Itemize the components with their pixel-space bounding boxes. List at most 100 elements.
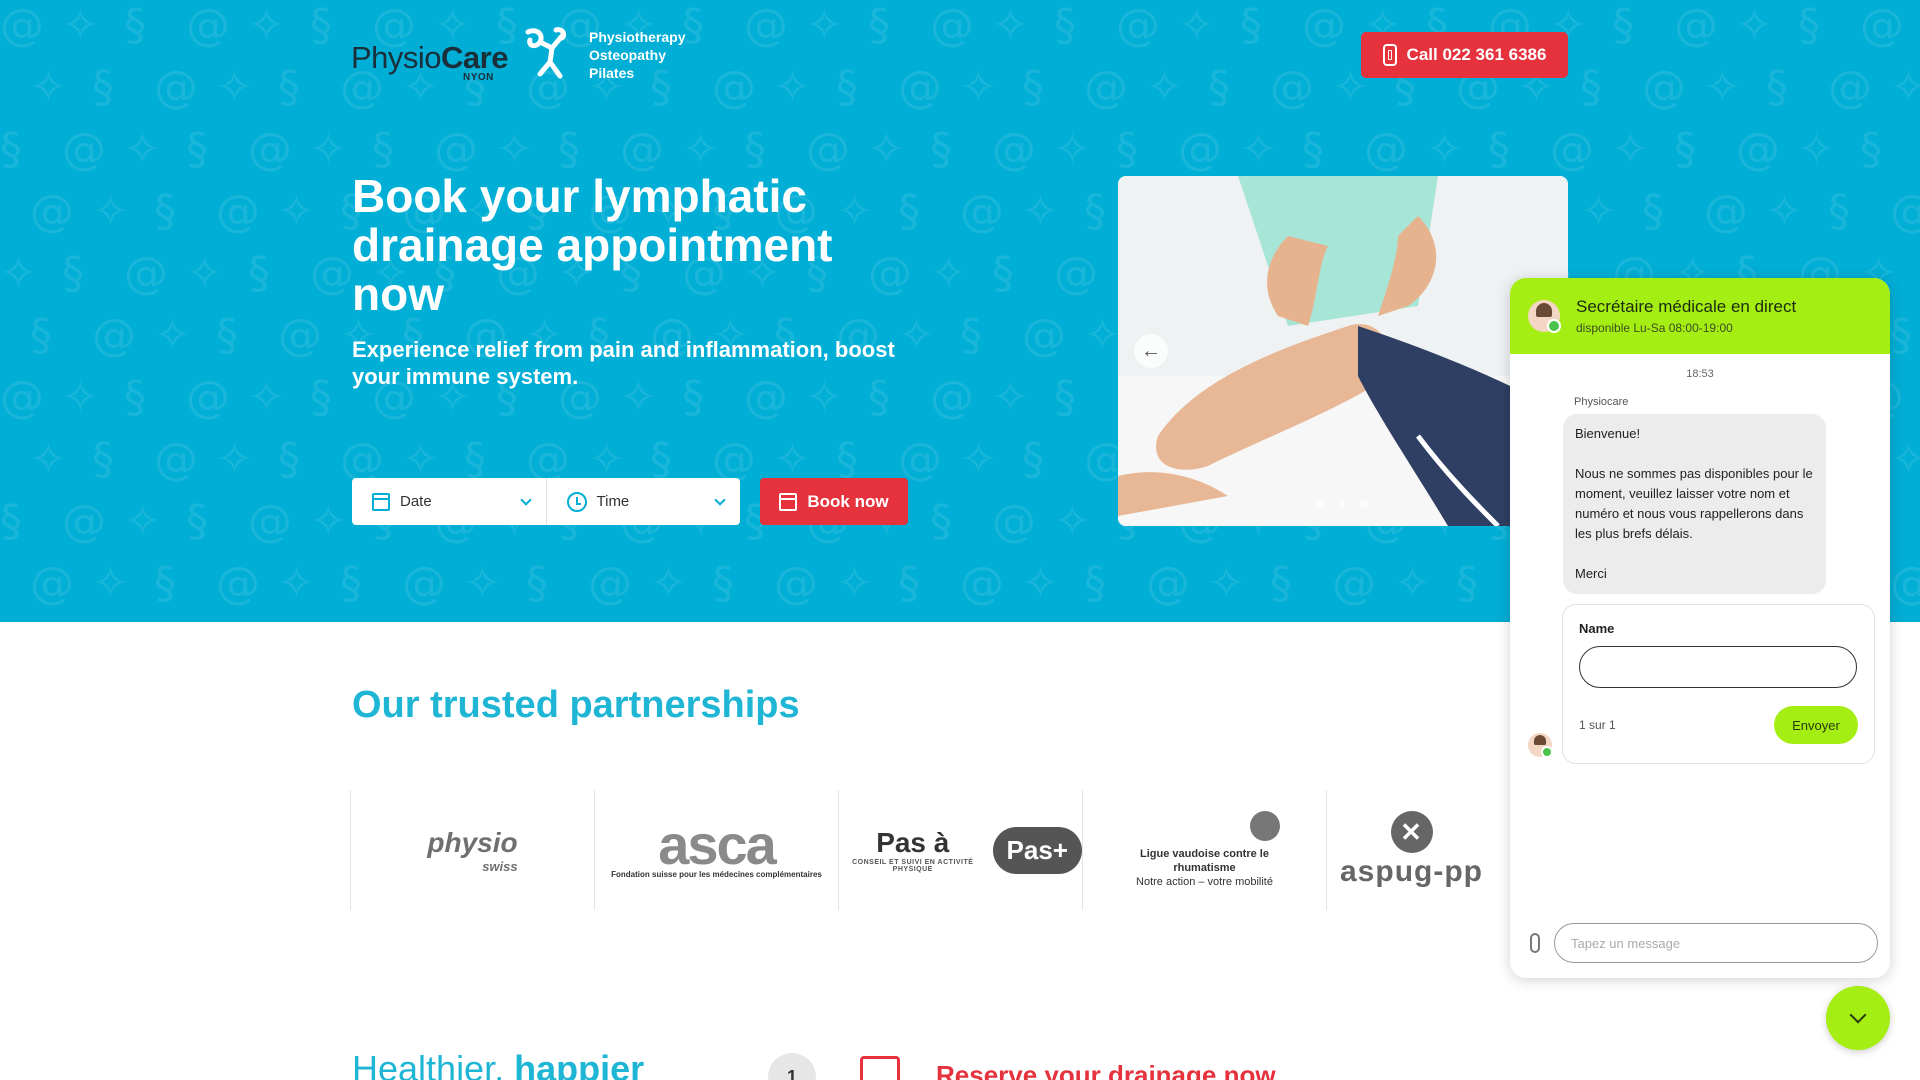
partner-aspug[interactable]: ✕ aspug-pp (1326, 790, 1496, 910)
pattern-glyph: @ (1302, 0, 1346, 51)
pattern-glyph: @ (62, 124, 106, 175)
asca-logo: asca Fondation suisse pour les médecines… (611, 813, 822, 880)
pattern-glyph: @ (992, 124, 1036, 175)
services-list: Physiotherapy Osteopathy Pilates (589, 28, 685, 82)
chat-toggle-button[interactable] (1826, 986, 1890, 1050)
pattern-glyph: ✧ (1208, 558, 1245, 609)
call-button[interactable]: Call 022 361 6386 (1361, 32, 1568, 78)
pattern-glyph: § (1798, 0, 1820, 51)
pattern-glyph: @ (1426, 620, 1470, 622)
pattern-glyph: ✧ (1054, 496, 1091, 547)
carousel-dot[interactable] (1338, 500, 1346, 508)
time-select[interactable]: Time (545, 478, 741, 525)
pattern-glyph: ✧ (92, 186, 129, 237)
hero-carousel: ← (1118, 176, 1568, 526)
pattern-glyph: ✧ (1766, 186, 1803, 237)
pattern-glyph: @ (278, 310, 322, 361)
pattern-glyph: § (340, 558, 362, 609)
message-input[interactable]: Tapez un message (1554, 923, 1878, 963)
chat-title: Secrétaire médicale en direct (1576, 297, 1797, 316)
call-button-label: Call 022 361 6386 (1406, 45, 1547, 64)
paperclip-icon[interactable] (1530, 933, 1540, 953)
pattern-glyph: @ (1270, 62, 1314, 113)
pattern-glyph: ✧ (836, 558, 873, 609)
pattern-glyph: ✧ (0, 620, 37, 622)
carousel-prev-button[interactable]: ← (1134, 334, 1168, 368)
pattern-glyph: @ (588, 558, 632, 609)
pattern-glyph: § (186, 124, 208, 175)
pattern-glyph: § (1766, 62, 1788, 113)
pattern-glyph: @ (1890, 186, 1920, 237)
pattern-glyph: @ (1550, 124, 1594, 175)
time-select-label: Time (596, 493, 630, 510)
cross-icon: ✕ (1390, 811, 1433, 853)
pattern-glyph: § (278, 62, 300, 113)
pattern-glyph: @ (960, 186, 1004, 237)
partner-ligue-vaudoise[interactable]: Ligue vaudoise contre le rhumatisme Notr… (1082, 790, 1326, 910)
pattern-glyph: § (1580, 62, 1602, 113)
pattern-glyph: @ (402, 558, 446, 609)
carousel-dot[interactable] (1360, 500, 1368, 508)
partner-physioswiss[interactable]: physio swiss (350, 790, 594, 910)
pattern-glyph: § (898, 558, 920, 609)
pattern-glyph: ✧ (806, 0, 843, 51)
pattern-glyph: § (1860, 124, 1882, 175)
pattern-glyph: @ (434, 124, 478, 175)
pas-a-pas-logo: Pas à CONSEIL ET SUIVI EN ACTIVITÉ PHYSI… (839, 826, 1082, 874)
pattern-glyph: ✧ (1116, 620, 1153, 622)
chat-input-row: Tapez un message (1510, 918, 1890, 968)
chat-widget: Secrétaire médicale en direct disponible… (1510, 278, 1890, 978)
book-now-button[interactable]: Book now (760, 478, 908, 525)
pattern-glyph: § (278, 434, 300, 485)
pattern-glyph: ✧ (216, 62, 253, 113)
step-number: 1 (768, 1053, 816, 1080)
pattern-glyph: ✧ (1022, 558, 1059, 609)
pattern-glyph: § (62, 248, 84, 299)
pattern-glyph: § (744, 124, 766, 175)
pattern-glyph: ✧ (310, 124, 347, 175)
service-physiotherapy: Physiotherapy (589, 29, 686, 45)
partner-asca[interactable]: asca Fondation suisse pour les médecines… (594, 790, 838, 910)
pattern-glyph: § (124, 372, 146, 423)
send-button[interactable]: Envoyer (1774, 706, 1858, 744)
agent-avatar (1528, 733, 1553, 758)
reserve-heading: Reserve your drainage now (936, 1060, 1276, 1080)
pattern-glyph: @ (868, 620, 912, 622)
physiocare-logo[interactable]: PhysioCare NYON (351, 26, 568, 83)
pattern-glyph: ✧ (62, 372, 99, 423)
pattern-glyph: @ (1022, 310, 1066, 361)
chevron-down-icon (1849, 1006, 1867, 1024)
chat-header: Secrétaire médicale en direct disponible… (1510, 278, 1890, 354)
pattern-glyph: @ (1642, 62, 1686, 113)
pattern-glyph: @ (496, 620, 540, 622)
pattern-glyph: § (30, 310, 52, 361)
pattern-glyph: § (1612, 0, 1634, 51)
pattern-glyph: § (1116, 124, 1138, 175)
pattern-glyph: @ (92, 310, 136, 361)
pattern-glyph: § (1642, 186, 1664, 237)
pattern-glyph: @ (1240, 620, 1284, 622)
pattern-glyph: @ (186, 0, 230, 51)
pattern-glyph: @ (1736, 124, 1780, 175)
pattern-glyph: § (186, 496, 208, 547)
carousel-dot[interactable] (1316, 500, 1324, 508)
date-select[interactable]: Date (352, 478, 546, 525)
hero-subtitle: Experience relief from pain and inflamma… (352, 337, 895, 389)
pattern-glyph: @ (1054, 248, 1098, 299)
pattern-glyph: ✧ (92, 558, 129, 609)
name-field[interactable] (1579, 646, 1857, 688)
pattern-glyph: ✧ (960, 62, 997, 113)
name-field-label: Name (1579, 621, 1615, 636)
pattern-glyph: @ (216, 558, 260, 609)
partner-pas-a-pas[interactable]: Pas à CONSEIL ET SUIVI EN ACTIVITÉ PHYSI… (838, 790, 1082, 910)
pattern-glyph: @ (1116, 0, 1160, 51)
pattern-glyph: @ (682, 620, 726, 622)
pattern-glyph: § (372, 124, 394, 175)
pattern-glyph: @ (960, 558, 1004, 609)
pattern-glyph: § (248, 620, 270, 622)
pattern-glyph: ✧ (960, 434, 997, 485)
pattern-glyph: § (992, 248, 1014, 299)
pattern-glyph: § (1208, 62, 1230, 113)
pattern-glyph: § (1178, 620, 1200, 622)
chevron-down-icon (519, 493, 532, 506)
